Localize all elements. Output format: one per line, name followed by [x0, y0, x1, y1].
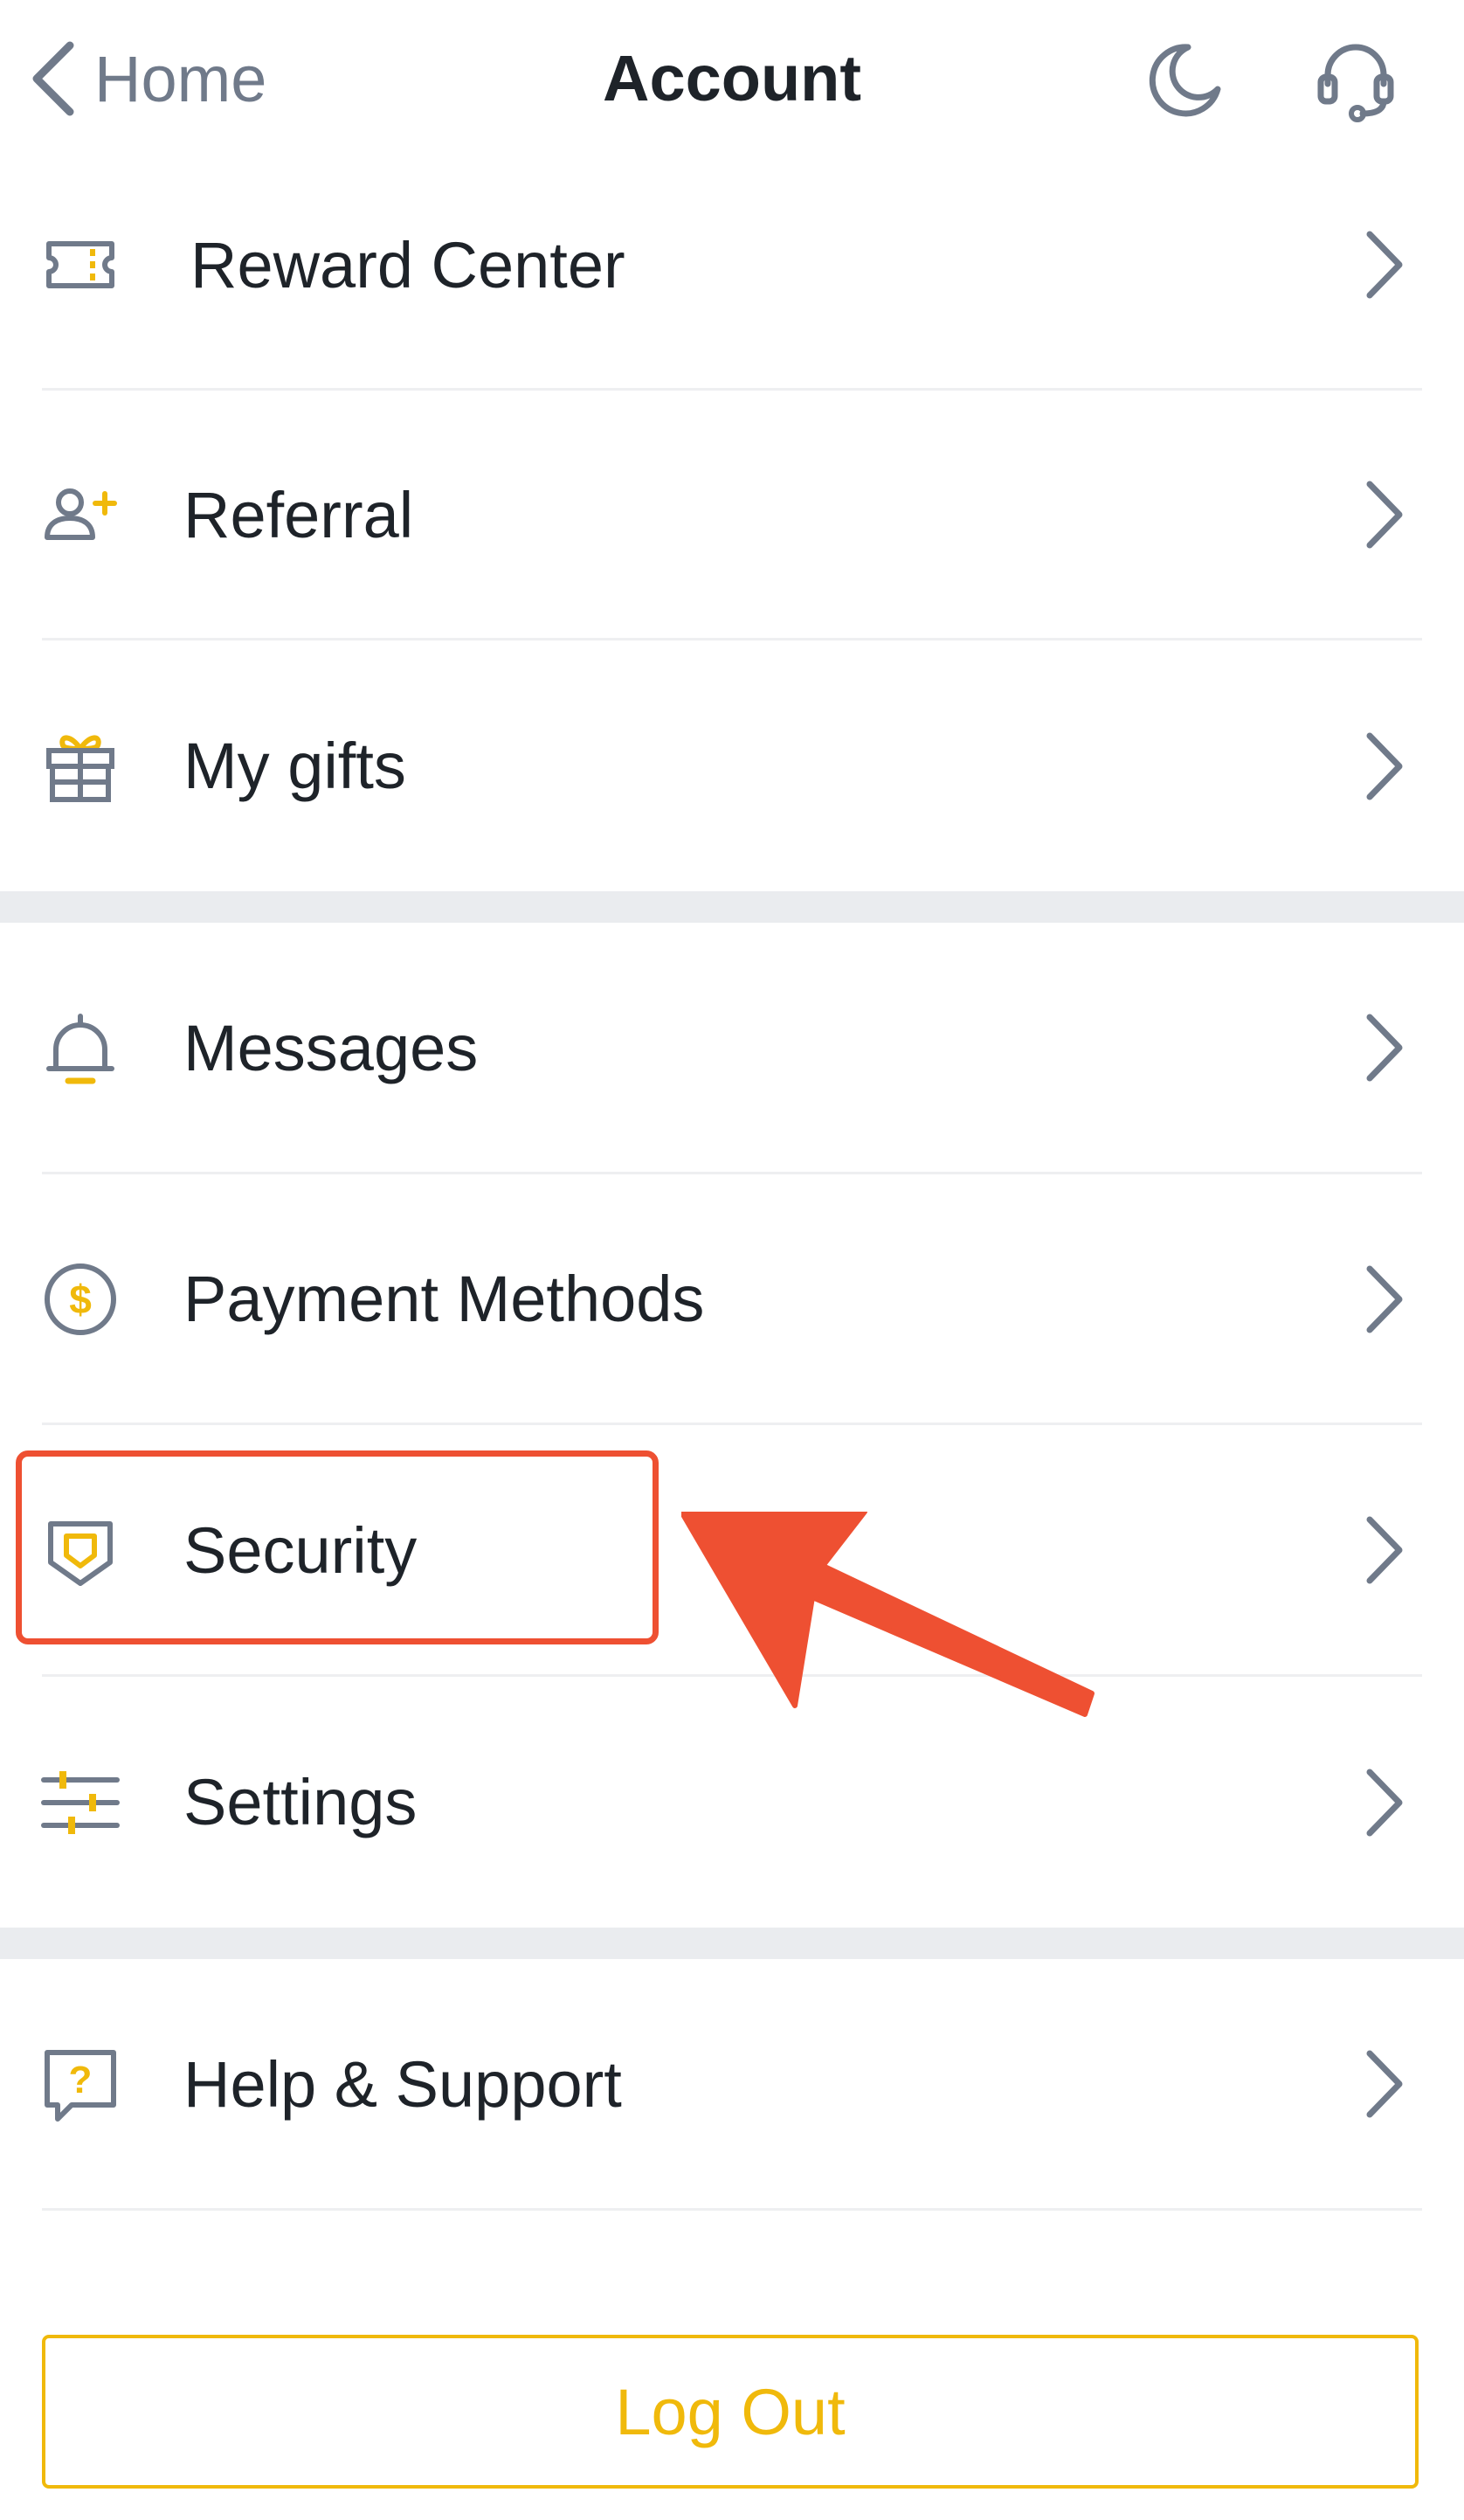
chevron-right-icon	[1357, 1008, 1410, 1087]
menu-item-reward-center[interactable]: Reward Center	[0, 140, 1464, 390]
top-bar: Home Account	[0, 0, 1464, 157]
add-user-icon	[37, 471, 124, 558]
menu-item-label: Referral	[183, 478, 414, 551]
menu-item-help-support[interactable]: ? Help & Support	[0, 1959, 1464, 2209]
menu-item-label: Settings	[183, 1766, 418, 1838]
help-chat-icon: ?	[37, 2040, 124, 2128]
svg-text:$: $	[69, 1277, 92, 1322]
moon-icon	[1149, 44, 1221, 117]
svg-text:?: ?	[69, 2059, 93, 2101]
menu-item-messages[interactable]: Messages	[0, 923, 1464, 1173]
security-highlight-box	[16, 1450, 659, 1644]
menu-item-label: Messages	[183, 1011, 479, 1084]
gift-icon	[37, 723, 124, 810]
divider	[42, 2208, 1422, 2211]
page-title: Account	[603, 42, 861, 114]
chevron-right-icon	[1357, 1511, 1410, 1589]
chevron-right-icon	[1357, 2045, 1410, 2123]
annotation-arrow-icon	[681, 1512, 1095, 1717]
section-separator	[0, 1928, 1464, 1959]
headset-icon	[1317, 44, 1394, 122]
ticket-icon	[37, 221, 124, 308]
chevron-right-icon	[1357, 1763, 1410, 1842]
menu-item-payment-methods[interactable]: $ Payment Methods	[0, 1174, 1464, 1423]
chevron-right-icon	[1357, 1260, 1410, 1339]
section-separator	[0, 891, 1464, 923]
log-out-button[interactable]: Log Out	[42, 2335, 1419, 2489]
chevron-right-icon	[1357, 225, 1410, 304]
menu-item-label: Payment Methods	[183, 1263, 705, 1335]
menu-item-label: Help & Support	[183, 2047, 622, 2121]
chevron-right-icon	[1357, 475, 1410, 554]
support-button[interactable]	[1312, 35, 1399, 122]
menu-item-my-gifts[interactable]: My gifts	[0, 640, 1464, 891]
menu-item-label: Reward Center	[190, 228, 625, 301]
sliders-icon	[37, 1759, 124, 1846]
chevron-right-icon	[1357, 727, 1410, 806]
menu-item-label: My gifts	[183, 730, 406, 802]
theme-toggle-button[interactable]	[1139, 35, 1226, 122]
bell-icon	[37, 1004, 124, 1091]
menu-item-referral[interactable]: Referral	[0, 391, 1464, 639]
dollar-coin-icon: $	[37, 1256, 124, 1343]
